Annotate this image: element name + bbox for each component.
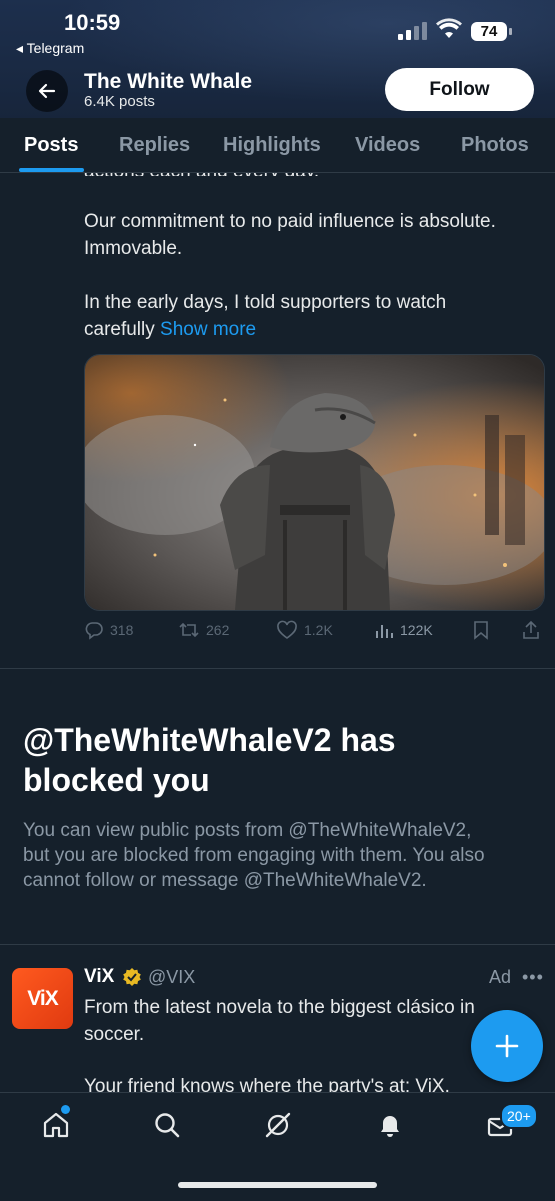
profile-name: The White Whale bbox=[84, 70, 252, 93]
tab-posts[interactable]: Posts bbox=[24, 134, 78, 157]
battery-icon: 74 bbox=[471, 22, 512, 41]
back-to-telegram[interactable]: ◂ Telegram bbox=[16, 40, 84, 57]
follow-button[interactable]: Follow bbox=[385, 68, 534, 111]
bookmark-button[interactable] bbox=[472, 620, 490, 640]
more-options-icon[interactable]: ••• bbox=[522, 967, 544, 988]
tab-videos[interactable]: Videos bbox=[355, 134, 420, 157]
post-paragraph-2: In the early days, I told supporters to … bbox=[84, 292, 447, 340]
active-tab-indicator bbox=[19, 168, 84, 172]
post-actions: 318 262 1.2K 122K bbox=[84, 620, 544, 646]
ad-text: From the latest novela to the biggest cl… bbox=[84, 997, 475, 1045]
search-icon[interactable] bbox=[151, 1109, 183, 1141]
tab-replies[interactable]: Replies bbox=[119, 134, 190, 157]
ad-account-name[interactable]: ViX bbox=[84, 966, 114, 988]
cellular-signal-icon bbox=[398, 22, 428, 40]
show-more-link[interactable]: Show more bbox=[160, 319, 256, 340]
plus-icon bbox=[495, 1034, 519, 1058]
tab-highlights[interactable]: Highlights bbox=[223, 134, 321, 157]
heart-icon bbox=[277, 620, 297, 639]
section-divider bbox=[0, 944, 555, 945]
blocked-description: You can view public posts from @TheWhite… bbox=[23, 820, 485, 891]
section-divider bbox=[0, 668, 555, 669]
post-paragraph-1: Our commitment to no paid influence is a… bbox=[84, 211, 496, 259]
home-icon[interactable] bbox=[40, 1109, 72, 1141]
views-button[interactable]: 122K bbox=[374, 620, 433, 640]
ad-handle: @VIX bbox=[148, 967, 196, 987]
share-button[interactable] bbox=[521, 620, 541, 640]
tab-photos[interactable]: Photos bbox=[461, 134, 529, 157]
repost-icon bbox=[179, 622, 199, 638]
blocked-title: @TheWhiteWhaleV2 has blocked you bbox=[23, 722, 396, 798]
bookmark-icon bbox=[474, 621, 488, 640]
profile-tabs: Posts Replies Highlights Videos Photos bbox=[0, 118, 555, 173]
back-button[interactable] bbox=[26, 70, 68, 112]
compose-post-button[interactable] bbox=[471, 1010, 543, 1082]
wifi-icon bbox=[436, 18, 462, 40]
reply-icon bbox=[85, 622, 103, 640]
posts-count: 6.4K posts bbox=[84, 93, 155, 110]
messages-badge: 20+ bbox=[500, 1103, 538, 1129]
views-icon bbox=[376, 625, 393, 638]
verified-badge-icon bbox=[122, 967, 142, 987]
repost-button[interactable]: 262 bbox=[178, 620, 229, 640]
home-notification-dot bbox=[61, 1105, 70, 1114]
ad-label: Ad bbox=[489, 967, 512, 987]
home-indicator[interactable] bbox=[178, 1182, 377, 1188]
like-button[interactable]: 1.2K bbox=[276, 620, 333, 640]
share-icon bbox=[523, 620, 539, 639]
vix-avatar[interactable]: ViX bbox=[12, 968, 73, 1029]
status-time: 10:59 bbox=[64, 10, 121, 35]
grok-icon[interactable] bbox=[262, 1109, 294, 1141]
notifications-bell-icon[interactable] bbox=[374, 1109, 406, 1141]
arrow-left-icon bbox=[38, 83, 56, 99]
post-image[interactable] bbox=[84, 354, 545, 611]
reply-button[interactable]: 318 bbox=[84, 620, 133, 640]
